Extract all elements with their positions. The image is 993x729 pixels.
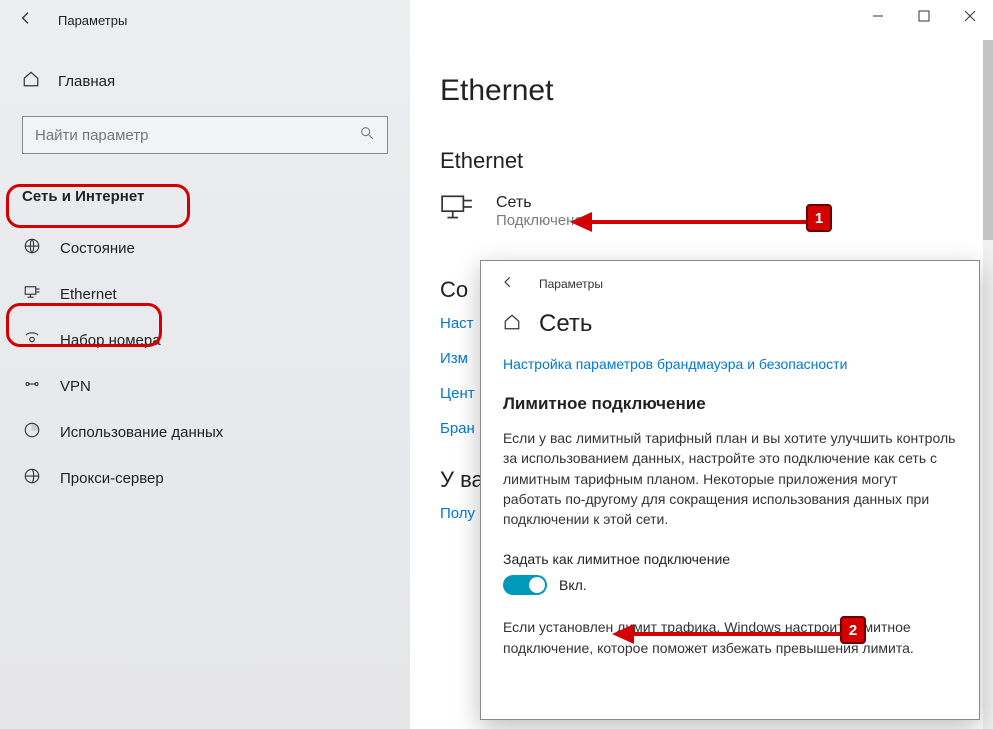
sidebar-item-status[interactable]: Состояние [0,225,410,271]
metered-toggle-label: Задать как лимитное подключение [503,551,963,567]
popup-back-icon[interactable] [501,275,515,292]
sidebar-home[interactable]: Главная [0,60,410,108]
back-icon[interactable] [18,10,34,31]
popup-home-icon[interactable] [503,310,521,338]
sidebar-item-data-usage[interactable]: Использование данных [0,409,410,455]
ethernet-icon [22,283,42,305]
sidebar-item-label: Ethernet [60,286,117,303]
data-usage-icon [22,421,42,443]
firewall-settings-link[interactable]: Настройка параметров брандмауэра и безоп… [503,356,963,372]
proxy-icon [22,467,42,489]
metered-toggle-state: Вкл. [559,577,587,593]
metered-toggle[interactable] [503,575,547,595]
network-name: Сеть [496,194,583,212]
popup-heading: Сеть [539,310,592,338]
window-controls [855,0,993,32]
sidebar-item-vpn[interactable]: VPN [0,363,410,409]
scrollbar-thumb[interactable] [983,40,993,240]
sidebar-item-ethernet[interactable]: Ethernet [0,271,410,317]
window-title: Параметры [58,13,127,28]
annotation-badge-2: 2 [840,616,866,644]
annotation-badge-1: 1 [806,204,832,232]
section-heading: Ethernet [440,148,963,174]
sidebar-item-dialup[interactable]: Набор номера [0,317,410,363]
metered-description: Если у вас лимитный тарифный план и вы х… [503,428,957,529]
sidebar-nav: Состояние Ethernet Набор номера VPN Испо… [0,225,410,501]
page-title: Ethernet [440,74,963,108]
dialup-icon [22,329,42,351]
sidebar-item-proxy[interactable]: Прокси-сервер [0,455,410,501]
minimize-button[interactable] [855,0,901,32]
vpn-icon [22,375,42,397]
search-input[interactable] [35,127,341,144]
titlebar: Параметры [0,0,993,40]
sidebar-item-label: VPN [60,378,91,395]
network-popup: Параметры Сеть Настройка параметров бран… [480,260,980,720]
sidebar-item-label: Прокси-сервер [60,470,164,487]
globe-icon [22,237,42,259]
metered-note: Если установлен лимит трафика, Windows н… [503,617,957,658]
search-box[interactable] [22,116,388,154]
network-pc-icon [440,194,474,227]
home-icon [22,70,40,92]
settings-window: Параметры Главная Сеть и Интернет Состоя… [0,0,993,729]
metered-heading: Лимитное подключение [503,394,963,414]
network-status: Подключено [496,212,583,229]
sidebar-home-label: Главная [58,73,115,90]
search-icon [359,125,375,146]
network-item[interactable]: Сеть Подключено [440,194,963,229]
sidebar-item-label: Набор номера [60,332,161,349]
sidebar-item-label: Состояние [60,240,135,257]
sidebar-category: Сеть и Интернет [0,178,410,215]
popup-window-title: Параметры [539,277,603,291]
maximize-button[interactable] [901,0,947,32]
sidebar-item-label: Использование данных [60,424,223,441]
sidebar: Главная Сеть и Интернет Состояние Ethern… [0,0,410,729]
close-button[interactable] [947,0,993,32]
